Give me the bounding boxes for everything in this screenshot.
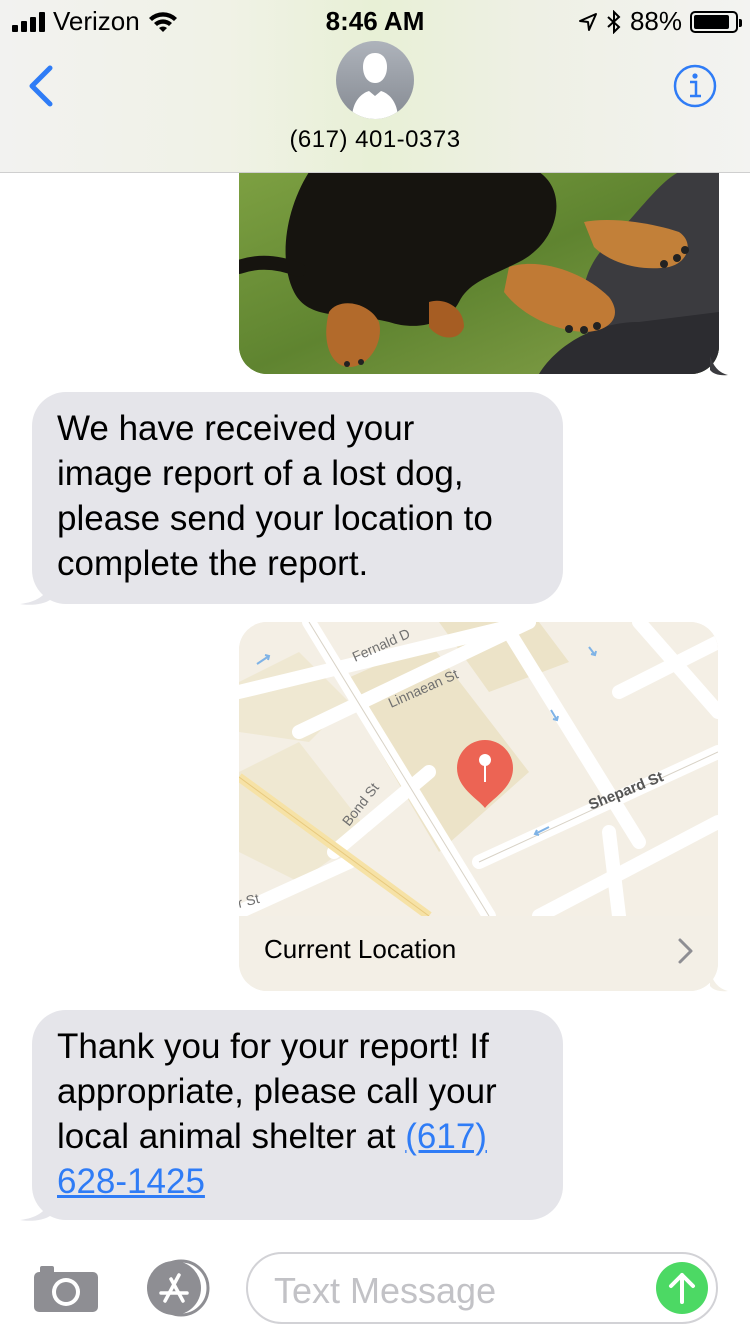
contact-name[interactable]: (617) 401-0373 (0, 126, 750, 154)
message-input[interactable]: Text Message (246, 1252, 718, 1324)
incoming-message[interactable]: Thank you for your report! If appropriat… (32, 1010, 563, 1220)
dog-photo (239, 172, 719, 374)
person-silhouette-icon (352, 53, 398, 119)
message-line: 628-1425 (57, 1159, 539, 1204)
battery-icon (690, 10, 742, 33)
phone-link[interactable]: 628-1425 (57, 1162, 205, 1201)
bubble-tail (710, 972, 728, 992)
send-arrow-icon (669, 1273, 695, 1304)
message-line: image report of a lost dog, (57, 454, 464, 493)
message-placeholder: Text Message (274, 1270, 497, 1311)
back-button[interactable] (22, 64, 62, 108)
chevron-left-icon (29, 65, 53, 107)
message-line: Thank you for your report! If (57, 1027, 489, 1066)
status-bar: Verizon 8:46 AM 88% (0, 0, 750, 40)
camera-button[interactable] (32, 1262, 100, 1314)
location-arrow-icon (578, 12, 597, 31)
message-line: We have received your (57, 409, 415, 448)
message-line: appropriate, please call your (57, 1072, 497, 1111)
bubble-tail (710, 356, 728, 376)
app-store-icon (147, 1259, 210, 1317)
send-button[interactable] (656, 1262, 708, 1314)
location-message[interactable]: Fernald D Linnaean St Bond St Shepard St… (239, 622, 718, 991)
battery-percent: 88% (629, 6, 682, 36)
app-store-button[interactable] (141, 1259, 211, 1317)
message-line: local animal shelter at (617) (57, 1114, 539, 1159)
location-label: Current Location (264, 934, 457, 964)
chevron-right-icon (678, 938, 693, 964)
map-preview: Fernald D Linnaean St Bond St Shepard St… (239, 622, 718, 916)
message-text: local animal shelter at (57, 1117, 406, 1156)
photo-message[interactable] (239, 172, 719, 374)
info-button[interactable] (673, 64, 717, 108)
battery-fill (694, 14, 729, 29)
message-line: please send your location to (57, 499, 493, 538)
location-footer: Current Location (239, 916, 718, 991)
incoming-message[interactable]: We have received your image report of a … (32, 392, 563, 604)
phone-link[interactable]: (617) (405, 1117, 487, 1156)
bluetooth-icon (607, 9, 621, 34)
camera-icon (34, 1266, 98, 1312)
contact-avatar[interactable] (336, 41, 414, 119)
message-line: complete the report. (57, 544, 369, 583)
